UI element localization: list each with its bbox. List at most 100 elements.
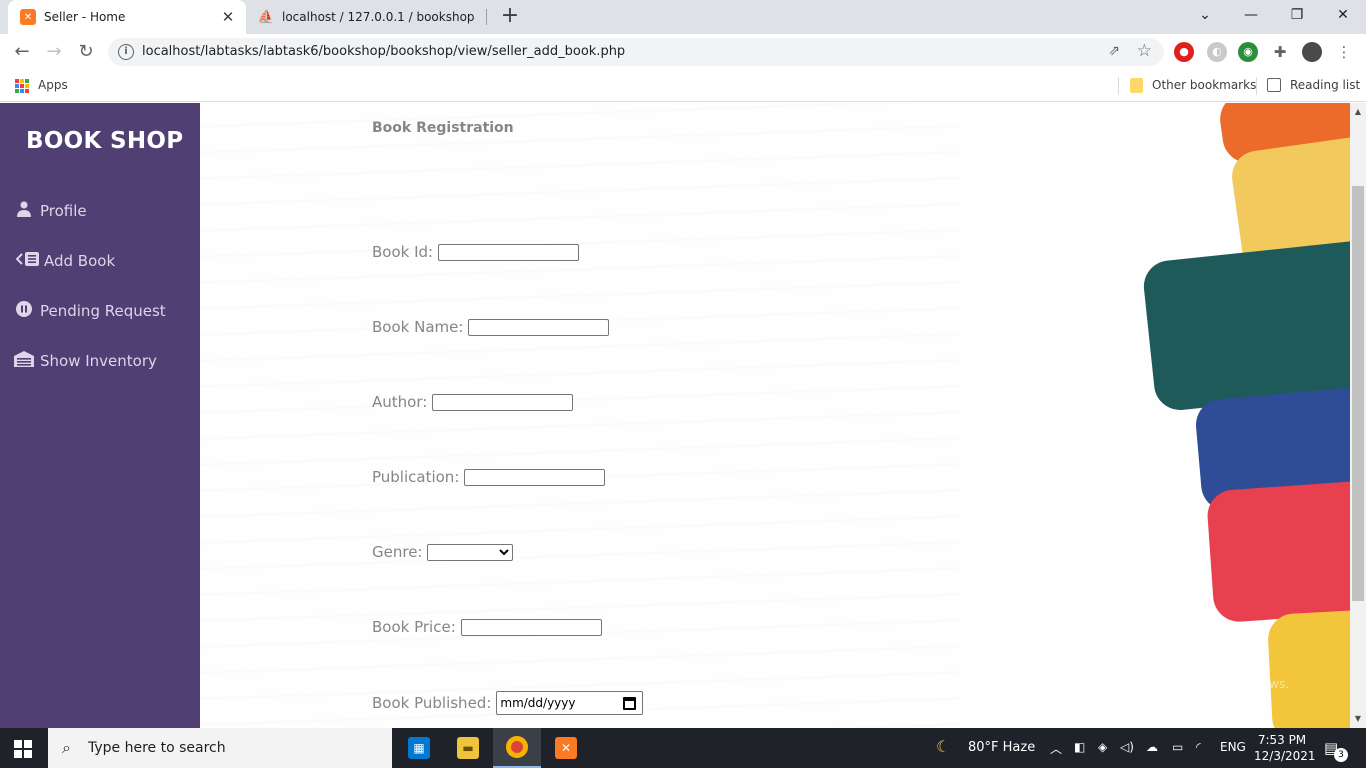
share-icon[interactable]: ⇗	[1108, 43, 1120, 59]
watermark-title: Activate Windows	[1074, 652, 1234, 673]
tab-search-icon[interactable]: ⌄	[1182, 0, 1228, 30]
back-icon[interactable]: ←	[10, 40, 34, 64]
battery-icon[interactable]: ▭	[1172, 740, 1183, 754]
activate-windows-watermark: Activate Windows Go to Settings to activ…	[1074, 652, 1289, 691]
book-id-label: Book Id:	[372, 243, 434, 261]
book-name-input[interactable]	[468, 318, 610, 336]
minimize-button[interactable]: —	[1228, 0, 1274, 30]
tab-strip: ✕ Seller - Home ✕ ⛵ localhost / 127.0.0.…	[0, 0, 1366, 34]
shield-icon[interactable]: ◈	[1098, 740, 1107, 754]
wifi-icon[interactable]: ◜	[1196, 740, 1201, 754]
watermark-subtitle: Go to Settings to activate Windows.	[1074, 677, 1289, 691]
sidebar-item-label: Add Book	[44, 252, 116, 270]
tab-phpmyadmin[interactable]: ⛵ localhost / 127.0.0.1 / bookshop	[252, 0, 484, 34]
sidebar-item-label: Show Inventory	[40, 352, 157, 370]
book-red	[1205, 466, 1350, 624]
bookmark-divider	[1118, 77, 1119, 95]
books-illustration	[1140, 103, 1350, 728]
book-published-row: Book Published: mm/dd/yyyy	[372, 691, 644, 715]
page-viewport: BOOK SHOP Profile Add Book Pending Reque…	[0, 103, 1350, 728]
publication-label: Publication:	[372, 468, 460, 486]
address-bar[interactable]: i localhost/labtasks/labtask6/bookshop/b…	[108, 38, 1164, 66]
forward-icon[interactable]: →	[42, 40, 66, 64]
taskbar-file-explorer[interactable]: ▬	[444, 728, 492, 768]
genre-label: Genre:	[372, 543, 423, 561]
taskbar: ⌕ Type here to search ▦ ▬ ✕ ☾ 80°F Haze …	[0, 728, 1366, 768]
clock[interactable]: 7:53 PM 12/3/2021	[1254, 732, 1316, 764]
scroll-down-icon[interactable]: ▼	[1350, 714, 1366, 723]
bookmark-divider	[1256, 77, 1257, 95]
windows-start-icon[interactable]	[14, 740, 32, 758]
bookmark-reading-list[interactable]: Reading list	[1290, 78, 1360, 92]
book-id-input[interactable]	[438, 243, 580, 261]
reading-list-icon	[1267, 78, 1281, 92]
sidebar-item-profile[interactable]: Profile	[0, 187, 200, 235]
sidebar-item-show-inventory[interactable]: Show Inventory	[0, 337, 200, 385]
close-window-button[interactable]: ✕	[1320, 0, 1366, 30]
bookmark-other[interactable]: Other bookmarks	[1152, 78, 1256, 92]
author-input[interactable]	[432, 393, 574, 411]
taskbar-chrome[interactable]	[493, 728, 541, 768]
form-title: Book Registration	[372, 120, 514, 136]
folder-icon	[1130, 78, 1143, 93]
user-icon	[14, 201, 34, 221]
genre-select[interactable]	[427, 543, 514, 561]
apps-grid-icon	[15, 79, 29, 93]
book-price-row: Book Price:	[372, 618, 602, 636]
url-text[interactable]: localhost/labtasks/labtask6/bookshop/boo…	[142, 44, 625, 59]
publication-input[interactable]	[464, 468, 606, 486]
browser-menu-icon[interactable]: ⋮	[1334, 42, 1354, 62]
new-tab-button[interactable]: +	[498, 4, 522, 28]
bookmarks-bar: Apps Other bookmarks Reading list	[0, 70, 1366, 102]
taskbar-search[interactable]: ⌕ Type here to search	[48, 728, 392, 768]
reload-icon[interactable]: ↻	[74, 40, 98, 64]
scroll-up-icon[interactable]: ▲	[1350, 107, 1366, 116]
close-tab-icon[interactable]: ✕	[216, 8, 240, 26]
date-placeholder: mm/dd/yyyy	[500, 696, 576, 710]
book-published-date-input[interactable]: mm/dd/yyyy	[496, 691, 644, 715]
extension-icon[interactable]: ◐	[1207, 42, 1227, 62]
globe-extension-icon[interactable]: ◉	[1238, 42, 1258, 62]
taskbar-xampp[interactable]: ✕	[542, 728, 590, 768]
book-price-input[interactable]	[460, 618, 602, 636]
main-content: Book Registration Book Id: Book Name: Au…	[200, 103, 1350, 728]
brand-title: BOOK SHOP	[26, 128, 184, 154]
book-name-label: Book Name:	[372, 318, 464, 336]
tab-seller-home[interactable]: ✕ Seller - Home ✕	[8, 0, 246, 34]
xampp-icon: ✕	[20, 9, 36, 25]
extensions-puzzle-icon[interactable]: ✚	[1270, 42, 1290, 62]
taskbar-store[interactable]: ▦	[395, 728, 443, 768]
scrollbar-thumb[interactable]	[1352, 186, 1364, 601]
pause-icon	[14, 301, 34, 321]
clock-date: 12/3/2021	[1254, 749, 1316, 763]
site-info-icon[interactable]: i	[118, 44, 134, 60]
tab-divider	[486, 9, 487, 25]
chrome-icon	[506, 736, 528, 758]
sidebar-item-add-book[interactable]: Add Book	[0, 237, 200, 285]
chevron-up-icon[interactable]: ︿	[1050, 740, 1062, 757]
author-row: Author:	[372, 393, 574, 411]
book-name-row: Book Name:	[372, 318, 610, 336]
weather-text[interactable]: 80°F Haze	[968, 740, 1035, 755]
camera-icon[interactable]: ◧	[1074, 740, 1085, 754]
bookmark-apps[interactable]: Apps	[38, 78, 68, 92]
page-scrollbar[interactable]: ▲ ▼	[1350, 103, 1366, 728]
sidebar-item-label: Pending Request	[40, 302, 166, 320]
search-icon: ⌕	[62, 738, 71, 757]
volume-icon[interactable]: ◁)	[1120, 740, 1134, 754]
bookmark-star-icon[interactable]: ☆	[1137, 41, 1152, 61]
adblock-extension-icon[interactable]: ●	[1174, 42, 1194, 62]
search-placeholder: Type here to search	[88, 740, 226, 756]
sidebar-item-label: Profile	[40, 202, 87, 220]
book-price-label: Book Price:	[372, 618, 456, 636]
cloud-icon[interactable]: ☁	[1146, 740, 1158, 754]
calendar-icon[interactable]	[623, 696, 637, 710]
sidebar-item-pending-request[interactable]: Pending Request	[0, 287, 200, 335]
folder-icon: ▬	[457, 737, 479, 759]
language-indicator[interactable]: ENG	[1220, 740, 1246, 754]
profile-avatar[interactable]	[1302, 42, 1322, 62]
tab-title: localhost / 127.0.0.1 / bookshop	[282, 10, 475, 24]
restore-button[interactable]: ❐	[1274, 0, 1320, 30]
book-published-label: Book Published:	[372, 694, 492, 712]
inventory-icon	[14, 351, 34, 371]
